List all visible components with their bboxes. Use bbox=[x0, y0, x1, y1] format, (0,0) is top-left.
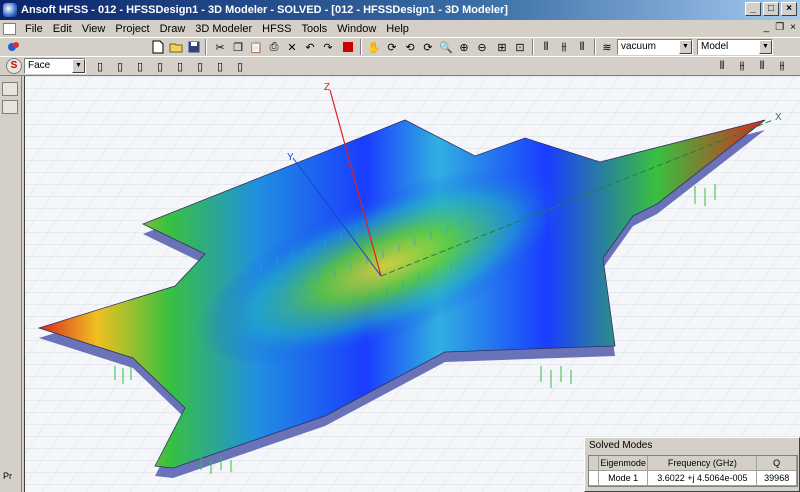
copy-icon[interactable]: ❐ bbox=[230, 39, 246, 55]
secondary-toolbar: S Face ▼ ▯ ▯ ▯ ▯ ▯ ▯ ▯ ▯ ⫴ ⫵ ⫴ ⫵ bbox=[0, 56, 800, 76]
model-select[interactable]: Model ▼ bbox=[697, 39, 773, 55]
title-bar: Ansoft HFSS - 012 - HFSSDesign1 - 3D Mod… bbox=[0, 0, 800, 20]
view-option-icon[interactable]: ⫴ bbox=[714, 58, 730, 74]
zoom-in-icon[interactable]: ⊕ bbox=[456, 39, 472, 55]
menu-help[interactable]: Help bbox=[381, 23, 414, 35]
separator bbox=[594, 39, 596, 55]
material-icon[interactable]: ≋ bbox=[599, 39, 615, 55]
cut-icon[interactable]: ✂ bbox=[212, 39, 228, 55]
properties-tab[interactable]: Pr bbox=[3, 471, 12, 481]
zoom-icon[interactable]: 🔍 bbox=[438, 39, 454, 55]
window-controls: _ □ × bbox=[745, 2, 797, 16]
frequency-cell: 3.6022 +j 4.5064e-005 bbox=[648, 471, 758, 486]
app-icon[interactable] bbox=[3, 3, 17, 17]
model-value: Model bbox=[701, 41, 729, 52]
align-icon[interactable]: ⫴ bbox=[538, 39, 554, 55]
hfss-logo-icon[interactable] bbox=[6, 39, 22, 55]
main-toolbar: ✂ ❐ 📋 ⎙ ✕ ↶ ↷ ✋ ⟳ ⟲ ⟳ 🔍 ⊕ ⊖ ⊞ ⊡ ⫴ ⫵ ⫴ ≋ … bbox=[0, 37, 800, 57]
minimize-button[interactable]: _ bbox=[745, 2, 761, 16]
chevron-down-icon[interactable]: ▼ bbox=[72, 59, 85, 73]
row-selector[interactable] bbox=[589, 471, 599, 486]
simulate-icon[interactable]: ▯ bbox=[232, 58, 248, 74]
chevron-down-icon[interactable]: ▼ bbox=[759, 40, 772, 54]
delete-icon[interactable]: ✕ bbox=[284, 39, 300, 55]
project-manager-panel: Pr bbox=[0, 76, 22, 492]
mdi-close-button[interactable]: × bbox=[790, 22, 796, 33]
fit-selection-icon[interactable]: ⊡ bbox=[512, 39, 528, 55]
validate-icon[interactable]: ▯ bbox=[212, 58, 228, 74]
x-axis-label: X bbox=[775, 112, 782, 123]
selection-mode-select[interactable]: Face ▼ bbox=[24, 58, 86, 74]
window-title: Ansoft HFSS - 012 - HFSSDesign1 - 3D Mod… bbox=[21, 4, 508, 16]
move-icon[interactable]: ⫴ bbox=[574, 39, 590, 55]
panel-tab[interactable] bbox=[2, 82, 18, 96]
paste-icon[interactable]: 📋 bbox=[248, 39, 264, 55]
menu-window[interactable]: Window bbox=[332, 23, 381, 35]
print-icon[interactable]: ⎙ bbox=[266, 39, 282, 55]
modeler-viewport[interactable]: Z Y X bbox=[24, 76, 800, 492]
document-icon[interactable] bbox=[3, 22, 16, 35]
orient-icon[interactable]: ⟳ bbox=[420, 39, 436, 55]
excitation-icon[interactable]: ▯ bbox=[112, 58, 128, 74]
view-option-icon[interactable]: ⫴ bbox=[754, 58, 770, 74]
solved-modes-title: Solved Modes bbox=[589, 440, 653, 451]
boundary-icon[interactable]: ▯ bbox=[92, 58, 108, 74]
maximize-button[interactable]: □ bbox=[763, 2, 779, 16]
undo-icon[interactable]: ↶ bbox=[302, 39, 318, 55]
zoom-out-icon[interactable]: ⊖ bbox=[474, 39, 490, 55]
menu-draw[interactable]: Draw bbox=[155, 23, 191, 35]
snap-mode-button[interactable]: S bbox=[6, 58, 22, 74]
view-option-icon[interactable]: ⫵ bbox=[774, 58, 790, 74]
mirror-icon[interactable]: ⫵ bbox=[556, 39, 572, 55]
analysis-icon[interactable]: ▯ bbox=[152, 58, 168, 74]
column-header-frequency[interactable]: Frequency (GHz) bbox=[648, 456, 758, 471]
mdi-minimize-button[interactable]: _ bbox=[764, 22, 770, 33]
redo-icon[interactable]: ↷ bbox=[320, 39, 336, 55]
column-header-eigenmode[interactable]: Eigenmode bbox=[598, 456, 649, 471]
stop-icon[interactable] bbox=[340, 39, 356, 55]
material-value: vacuum bbox=[621, 41, 657, 52]
mdi-controls: _ ❐ × bbox=[764, 22, 796, 33]
y-axis-label: Y bbox=[287, 152, 294, 163]
model-canvas[interactable]: Z Y X bbox=[25, 76, 800, 492]
rotate-model-icon[interactable]: ⟲ bbox=[402, 39, 418, 55]
separator bbox=[205, 39, 207, 55]
table-row[interactable]: Mode 1 3.6022 +j 4.5064e-005 39968 bbox=[589, 471, 797, 486]
mdi-restore-button[interactable]: ❐ bbox=[775, 22, 784, 33]
mesh-icon[interactable]: ▯ bbox=[132, 58, 148, 74]
table-header-row: Eigenmode Frequency (GHz) Q bbox=[589, 456, 797, 471]
solved-modes-panel: Solved Modes Eigenmode Frequency (GHz) Q… bbox=[584, 437, 800, 492]
menu-project[interactable]: Project bbox=[110, 23, 154, 35]
material-select[interactable]: vacuum ▼ bbox=[617, 39, 693, 55]
mode-name-cell: Mode 1 bbox=[598, 471, 649, 486]
menu-file[interactable]: File bbox=[20, 23, 48, 35]
column-header bbox=[589, 456, 599, 471]
menu-3d-modeler[interactable]: 3D Modeler bbox=[190, 23, 257, 35]
results-icon[interactable]: ▯ bbox=[172, 58, 188, 74]
menu-tools[interactable]: Tools bbox=[296, 23, 332, 35]
new-icon[interactable] bbox=[150, 39, 166, 55]
view-option-icon[interactable]: ⫵ bbox=[734, 58, 750, 74]
chevron-down-icon[interactable]: ▼ bbox=[679, 40, 692, 54]
selection-mode-value: Face bbox=[28, 60, 51, 71]
open-icon[interactable] bbox=[168, 39, 184, 55]
fit-all-icon[interactable]: ⊞ bbox=[494, 39, 510, 55]
pan-icon[interactable]: ✋ bbox=[366, 39, 382, 55]
field-overlay-icon[interactable]: ▯ bbox=[192, 58, 208, 74]
menu-bar: File Edit View Project Draw 3D Modeler H… bbox=[0, 20, 800, 37]
z-axis-label: Z bbox=[324, 82, 330, 93]
q-cell: 39968 bbox=[757, 471, 797, 486]
solved-modes-table: Eigenmode Frequency (GHz) Q Mode 1 3.602… bbox=[588, 455, 798, 487]
separator bbox=[532, 39, 534, 55]
menu-edit[interactable]: Edit bbox=[48, 23, 77, 35]
menu-hfss[interactable]: HFSS bbox=[257, 23, 296, 35]
panel-tab[interactable] bbox=[2, 100, 18, 114]
column-header-q[interactable]: Q bbox=[757, 456, 797, 471]
menu-view[interactable]: View bbox=[77, 23, 111, 35]
close-button[interactable]: × bbox=[781, 2, 797, 16]
rotate-icon[interactable]: ⟳ bbox=[384, 39, 400, 55]
separator bbox=[360, 39, 362, 55]
save-icon[interactable] bbox=[186, 39, 202, 55]
hfss-window: Ansoft HFSS - 012 - HFSSDesign1 - 3D Mod… bbox=[0, 0, 800, 492]
